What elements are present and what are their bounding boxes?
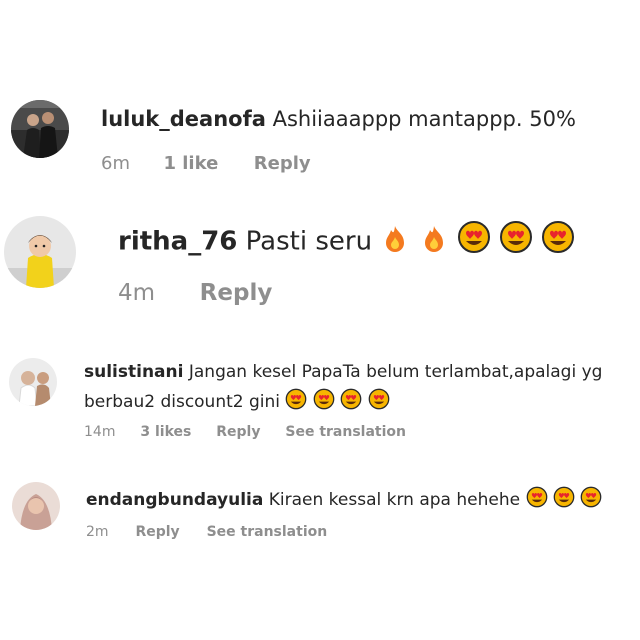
reply-button[interactable]: Reply (135, 524, 179, 540)
comment-meta: 2m Reply See translation (86, 524, 327, 540)
avatar[interactable] (12, 482, 60, 530)
see-translation-link[interactable]: See translation (285, 424, 406, 440)
emoji-group (280, 388, 390, 412)
comment-meta: 14m 3 likes Reply See translation (84, 424, 406, 440)
comment-body: Jangan kesel PapaTa belum terlambat,apal… (188, 362, 603, 382)
emoji-group (380, 221, 575, 256)
avatar[interactable] (11, 100, 69, 158)
heart-eyes-icon (340, 388, 362, 410)
heart-eyes-icon (457, 220, 491, 254)
likes-count[interactable]: 1 like (163, 153, 218, 174)
emoji-group (526, 486, 603, 510)
heart-eyes-icon (313, 388, 335, 410)
heart-eyes-icon (553, 486, 575, 508)
reply-button[interactable]: Reply (216, 424, 260, 440)
likes-count[interactable]: 3 likes (140, 424, 191, 440)
comment-body: berbau2 discount2 gini (84, 391, 281, 412)
heart-eyes-icon (499, 220, 533, 254)
avatar[interactable] (9, 358, 57, 406)
avatar[interactable] (4, 216, 76, 288)
comment-text-line: berbau2 discount2 gini (84, 388, 390, 412)
comment-text-line: sulistinani Jangan kesel PapaTa belum te… (84, 362, 602, 382)
heart-eyes-icon (541, 220, 575, 254)
reply-button[interactable]: Reply (254, 153, 311, 174)
heart-eyes-icon (368, 388, 390, 410)
comment-timestamp: 2m (86, 524, 109, 540)
comment-username[interactable]: luluk_deanofa (101, 107, 266, 131)
comment-body: Ashiiaaappp mantappp. 50% (272, 107, 576, 131)
comment-username[interactable]: ritha_76 (118, 226, 237, 256)
comment-text-line: ritha_76 Pasti seru (118, 220, 575, 256)
comment-body: Pasti seru (245, 226, 373, 257)
comment-text-line: endangbundayulia Kiraen kessal krn apa h… (86, 486, 602, 510)
comment-text-line: luluk_deanofa Ashiiaaappp mantappp. 50% (101, 107, 576, 131)
comment-meta: 6m 1 like Reply (101, 153, 311, 174)
comment-timestamp: 4m (118, 280, 156, 306)
see-translation-link[interactable]: See translation (207, 524, 328, 540)
heart-eyes-icon (580, 486, 602, 508)
comment-timestamp: 14m (84, 424, 116, 440)
comment-username[interactable]: endangbundayulia (86, 490, 263, 510)
comment-timestamp: 6m (101, 153, 130, 174)
fire-icon (380, 224, 410, 254)
comment-meta: 4m Reply (118, 280, 272, 306)
comment-body: Kiraen kessal krn apa hehehe (268, 489, 521, 510)
reply-button[interactable]: Reply (200, 280, 273, 306)
heart-eyes-icon (526, 486, 548, 508)
fire-icon (419, 224, 449, 254)
heart-eyes-icon (285, 388, 307, 410)
comment-username[interactable]: sulistinani (84, 362, 183, 382)
